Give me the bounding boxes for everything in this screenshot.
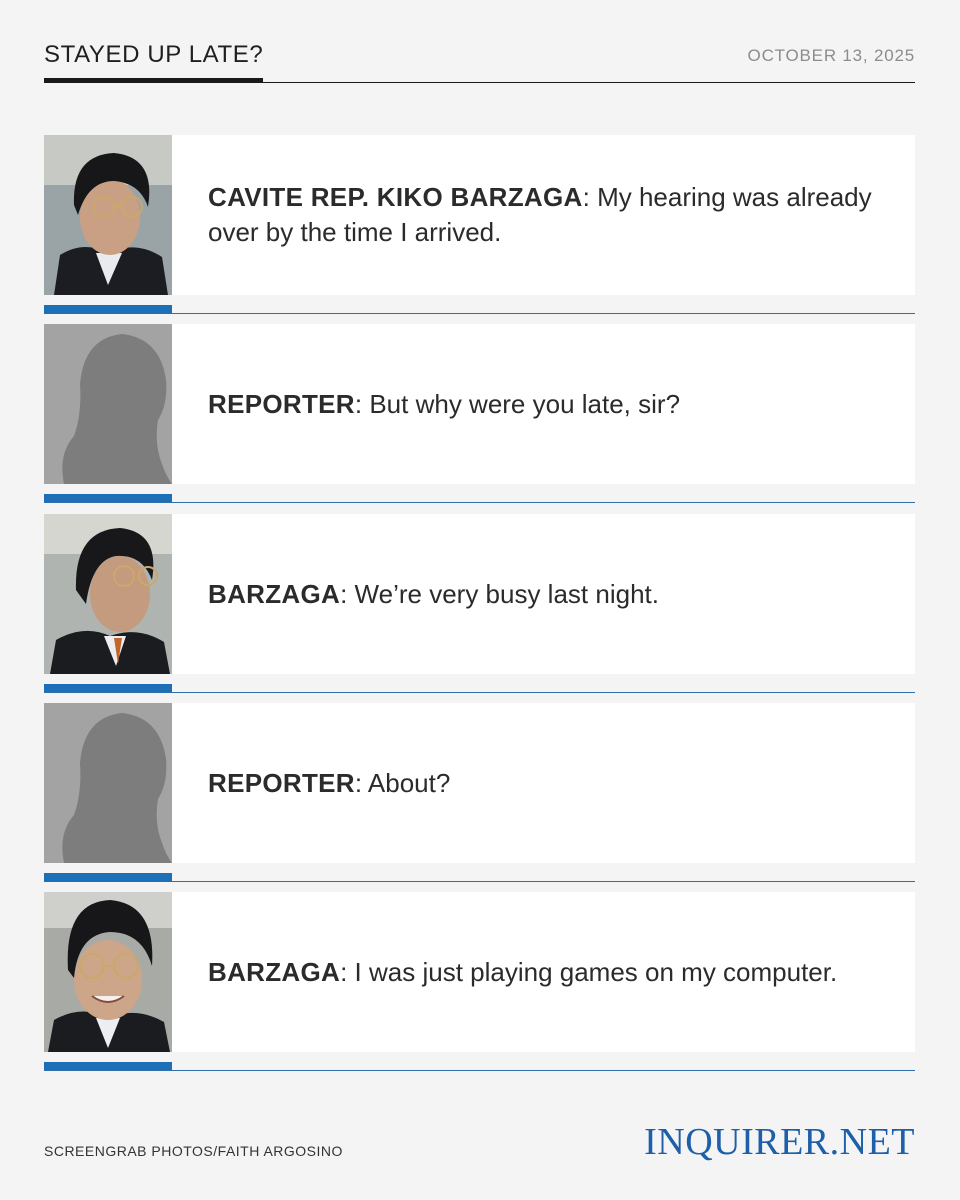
dialogue-row: REPORTER: But why were you late, sir? [44, 324, 915, 504]
separator: : [582, 182, 590, 212]
dialogue-card: BARZAGA: I was just playing games on my … [44, 892, 915, 1052]
barzaga-photo [44, 135, 172, 295]
dialogue-card: CAVITE REP. KIKO BARZAGA: My hearing was… [44, 135, 915, 295]
accent-bar [44, 494, 172, 502]
speaker-name: REPORTER [208, 767, 355, 798]
accent-bar [44, 684, 172, 692]
barzaga-photo [44, 892, 172, 1052]
dialogue-card: REPORTER: But why were you late, sir? [44, 324, 915, 484]
speaker-name: CAVITE REP. KIKO BARZAGA [208, 182, 583, 212]
inquirer-logo[interactable]: INQUIRER.NET [644, 1120, 915, 1164]
header: STAYED UP LATE? OCTOBER 13, 2025 [44, 40, 915, 83]
divider-line [44, 1070, 915, 1071]
dialogue-text: BARZAGA: I was just playing games on my … [208, 892, 888, 1052]
barzaga-photo [44, 514, 172, 674]
photo-credit: SCREENGRAB PHOTOS/FAITH ARGOSINO [44, 1143, 343, 1159]
dialogue-row: BARZAGA: We’re very busy last night. [44, 514, 915, 694]
dialogue-card: REPORTER: About? [44, 703, 915, 863]
dialogue-line: About? [362, 767, 451, 798]
dialogue-text: BARZAGA: We’re very busy last night. [208, 514, 888, 674]
reporter-silhouette [44, 703, 172, 863]
divider-line [44, 692, 915, 693]
speaker-name: REPORTER [208, 388, 355, 419]
dialogue-text: REPORTER: But why were you late, sir? [208, 324, 888, 484]
speaker-name: BARZAGA [208, 578, 341, 609]
dialogue-card: BARZAGA: We’re very busy last night. [44, 514, 915, 674]
divider-line [44, 313, 915, 314]
dialogue-text: REPORTER: About? [208, 703, 888, 863]
dialogue-line: But why were you late, sir? [362, 388, 681, 419]
accent-bar [44, 873, 172, 881]
date-label: OCTOBER 13, 2025 [747, 46, 915, 65]
dialogue-line: We’re very busy last night. [347, 578, 659, 609]
speaker-name: BARZAGA [208, 956, 341, 987]
dialogue-row: CAVITE REP. KIKO BARZAGA: My hearing was… [44, 135, 915, 315]
reporter-silhouette [44, 324, 172, 484]
dialogue-line: I was just playing games on my computer. [347, 956, 838, 987]
dialogue-row: BARZAGA: I was just playing games on my … [44, 892, 915, 1072]
page-title: STAYED UP LATE? [44, 42, 264, 82]
dialogue-row: REPORTER: About? [44, 703, 915, 883]
divider-line [44, 502, 915, 503]
dialogue-text: CAVITE REP. KIKO BARZAGA: My hearing was… [208, 135, 888, 295]
accent-bar [44, 1062, 172, 1070]
divider-line [44, 881, 915, 882]
accent-bar [44, 305, 172, 313]
